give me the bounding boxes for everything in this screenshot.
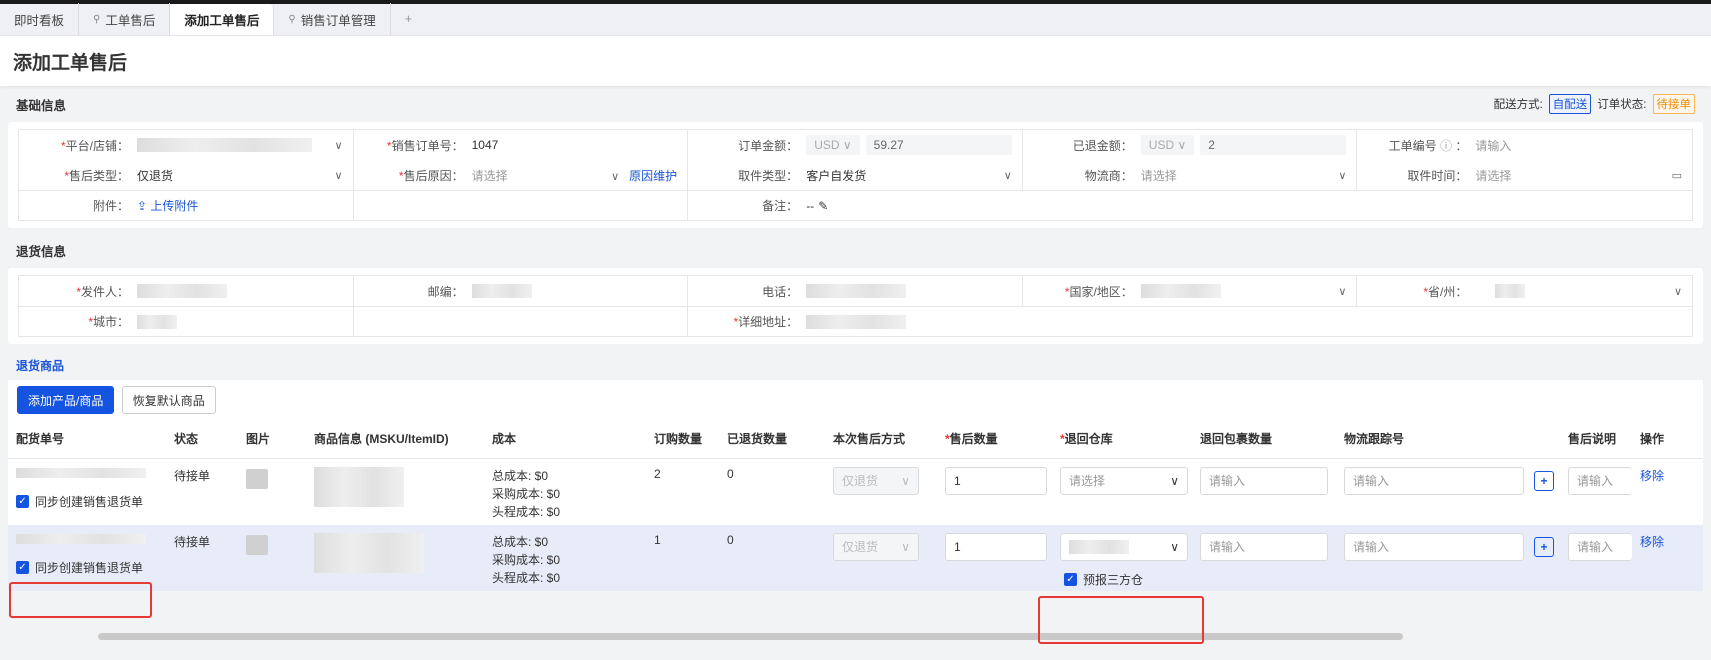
add-tracking-button[interactable]: +: [1534, 470, 1554, 491]
tab-add-ticket[interactable]: 添加工单售后: [170, 4, 275, 35]
upload-attachment-link[interactable]: ⇪ 上传附件: [137, 197, 198, 214]
refunded-amount: 2: [1200, 135, 1347, 155]
ticket-no-input[interactable]: 请输入: [1475, 137, 1682, 154]
province-select[interactable]: ∨: [1475, 284, 1682, 298]
package-count-input[interactable]: 请输入: [1200, 532, 1328, 561]
tracking-input[interactable]: 请输入: [1344, 532, 1524, 561]
page-title: 添加工单售后: [0, 36, 1711, 86]
add-tracking-button[interactable]: +: [1534, 536, 1554, 557]
table-row: ✓ 同步创建销售退货单 待接单 总成本: $0 采购成本: $0 头程成本: $0 2…: [8, 458, 1703, 525]
tab-ticket-aftersales[interactable]: ⚲ 工单售后: [79, 3, 171, 35]
note-input[interactable]: 请输入: [1568, 466, 1632, 495]
basic-info-panel: *平台/店铺： ∨ *销售订单号： 1047 订单金额： USD ∨ 59.27 已退金…: [8, 122, 1703, 228]
zip-input[interactable]: [471, 284, 532, 298]
currency-select: USD ∨: [806, 135, 860, 155]
order-no: 1047: [471, 138, 499, 152]
highlight-box: [9, 582, 152, 618]
delivery-badge: 自配送: [1548, 94, 1592, 114]
pin-icon: ⚲: [288, 13, 296, 25]
goods-table: 配货单号 状态 图片 商品信息 (MSKU/ItemID) 成本 订购数量 已退货数量 本次售…: [8, 420, 1703, 591]
reason-maintain-link[interactable]: 原因维护: [629, 169, 677, 183]
method-select: 仅退货 ∨: [833, 466, 919, 495]
platform-select[interactable]: ∨: [137, 138, 343, 152]
warehouse-select[interactable]: ∨: [1060, 532, 1188, 561]
pickup-time-picker[interactable]: 请选择 ▭: [1475, 167, 1682, 184]
edit-icon[interactable]: ✎: [818, 199, 828, 213]
tab-dashboard[interactable]: 即时看板: [0, 3, 80, 35]
note-input[interactable]: 请输入: [1568, 532, 1632, 561]
remove-link[interactable]: 移除: [1632, 524, 1703, 591]
remove-link[interactable]: 移除: [1632, 458, 1703, 525]
restore-default-button[interactable]: 恢复默认商品: [121, 386, 216, 414]
status-badge: 待接单: [1652, 94, 1695, 114]
qty-input[interactable]: 1: [945, 532, 1047, 561]
method-select: 仅退货 ∨: [833, 532, 919, 561]
sender-input[interactable]: [137, 284, 227, 298]
new-tab-button[interactable]: +: [391, 3, 426, 35]
sync-return-checkbox[interactable]: ✓ 同步创建销售退货单: [16, 493, 166, 510]
carrier-select[interactable]: 请选择 ∨: [1141, 167, 1347, 184]
tracking-input[interactable]: 请输入: [1344, 466, 1524, 495]
package-count-input[interactable]: 请输入: [1200, 466, 1328, 495]
currency-select: USD ∨: [1140, 135, 1195, 155]
image-placeholder-icon: [246, 534, 268, 555]
city-input[interactable]: [137, 314, 177, 329]
calendar-icon: ▭: [1671, 169, 1682, 182]
section-title-returns: 退货信息: [16, 244, 67, 259]
table-row: ✓ 同步创建销售退货单 待接单 总成本: $0 采购成本: $0 头程成本: $0 1…: [8, 524, 1703, 591]
image-placeholder-icon: [246, 468, 268, 489]
section-title-goods: 退货商品: [16, 358, 65, 373]
pin-icon: ⚲: [93, 13, 101, 25]
remark-value: --: [806, 198, 815, 213]
pickup-type-select[interactable]: 客户自发货 ∨: [806, 167, 1012, 184]
section-title-basic: 基础信息: [16, 98, 67, 113]
help-icon: ⓘ: [1440, 138, 1453, 153]
prereport-checkbox[interactable]: ✓ 预报三方仓: [1064, 571, 1192, 588]
horizontal-scrollbar[interactable]: [98, 633, 1403, 640]
warehouse-select[interactable]: 请选择 ∨: [1060, 466, 1188, 495]
tab-sales-orders[interactable]: ⚲ 销售订单管理: [274, 3, 391, 35]
add-product-button[interactable]: 添加产品/商品: [17, 386, 115, 414]
address-input[interactable]: [806, 314, 907, 329]
return-info-panel: *发件人： 邮编： 电话： *国家/地区： ∨ *省/州： ∨ *城市： *详细地址…: [8, 268, 1703, 344]
tab-bar: 即时看板 ⚲ 工单售后 添加工单售后 ⚲ 销售订单管理 +: [0, 3, 1711, 36]
order-amount: 59.27: [865, 135, 1012, 155]
phone-input[interactable]: [806, 284, 907, 298]
country-select[interactable]: ∨: [1140, 284, 1346, 298]
reason-select[interactable]: 请选择 ∨ 原因维护: [472, 167, 678, 184]
aftersales-type-select[interactable]: 仅退货 ∨: [137, 167, 343, 184]
highlight-box: [1038, 596, 1204, 644]
sync-return-checkbox[interactable]: ✓ 同步创建销售退货单: [16, 559, 166, 576]
qty-input[interactable]: 1: [945, 466, 1047, 495]
